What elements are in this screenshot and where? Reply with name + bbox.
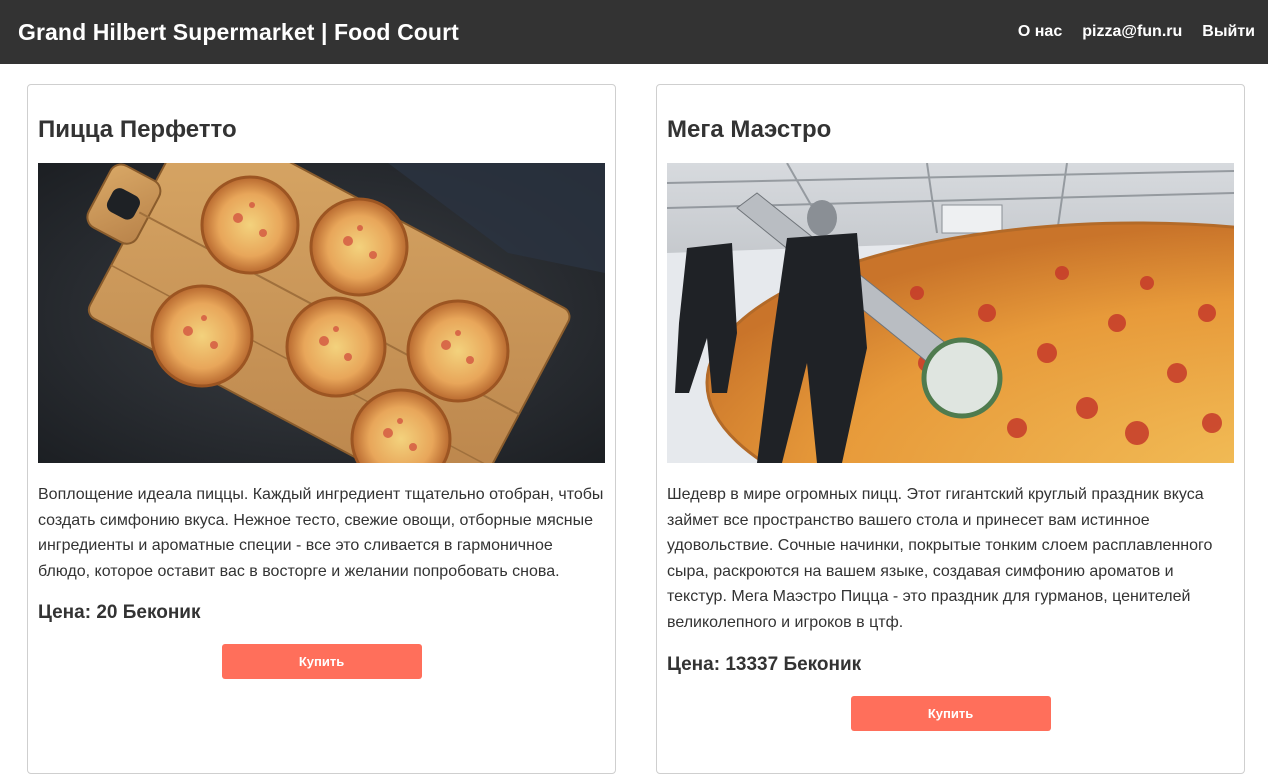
product-description: Шедевр в мире огромных пицц. Этот гигант…: [667, 486, 1213, 631]
mini-pizzas-image: [38, 163, 605, 463]
product-price: Цена: 20 Беконик: [38, 602, 201, 624]
logout-link[interactable]: Выйти: [1202, 23, 1255, 41]
user-email-link[interactable]: pizza@fun.ru: [1082, 23, 1182, 41]
product-card-perfetto: Пицца Перфетто Воплощение идеала пиццы. …: [27, 84, 616, 774]
buy-button[interactable]: Купить: [221, 644, 422, 680]
product-price: Цена: 13337 Беконик: [667, 653, 862, 675]
nav-links: О нас pizza@fun.ru Выйти: [1018, 23, 1255, 41]
product-title: Пицца Перфетто: [38, 116, 237, 143]
buy-button[interactable]: Купить: [850, 695, 1051, 731]
top-navbar: Grand Hilbert Supermarket | Food Court О…: [0, 0, 1268, 64]
site-title[interactable]: Grand Hilbert Supermarket | Food Court: [18, 19, 459, 46]
product-card-mega-maestro: Мега Маэстро Шедевр в мире огромных пицц…: [656, 84, 1245, 774]
about-link[interactable]: О нас: [1018, 23, 1062, 41]
giant-pizza-image: [667, 163, 1234, 463]
product-title: Мега Маэстро: [667, 116, 832, 143]
product-description: Воплощение идеала пиццы. Каждый ингредие…: [38, 486, 604, 580]
